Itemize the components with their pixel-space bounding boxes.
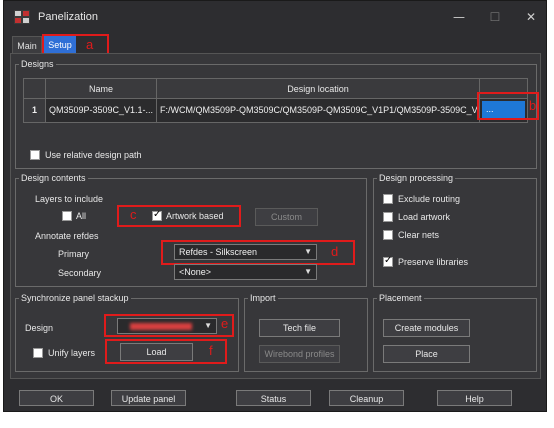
secondary-label: Secondary [58, 268, 102, 278]
layers-to-include-label: Layers to include [35, 194, 104, 204]
annotation-label-a: a [86, 37, 94, 52]
chevron-down-icon: ▼ [204, 321, 212, 330]
status-button[interactable]: Status [236, 390, 311, 406]
sync-stackup-label: Synchronize panel stackup [19, 293, 131, 303]
title-bar[interactable]: Panelization — ☐ ✕ [4, 1, 546, 33]
load-artwork-checkbox[interactable] [383, 212, 393, 222]
place-button[interactable]: Place [383, 345, 470, 363]
panelization-window: Panelization — ☐ ✕ Main Setup a Designs … [3, 0, 547, 412]
placement-label: Placement [377, 293, 424, 303]
custom-button[interactable]: Custom [255, 208, 318, 226]
clear-nets-label: Clear nets [398, 230, 440, 240]
help-button[interactable]: Help [437, 390, 512, 406]
load-button[interactable]: Load [120, 343, 193, 361]
design-contents-label: Design contents [19, 173, 88, 183]
setup-panel: Designs Name Design location 1 QM3509P-3… [10, 53, 541, 379]
annotation-label-f: f [209, 343, 213, 358]
annotation-label-c: c [130, 207, 137, 222]
unify-layers-label: Unify layers [48, 348, 96, 358]
stackup-design-select[interactable]: ▼ [117, 318, 217, 334]
update-panel-button[interactable]: Update panel [111, 390, 186, 406]
exclude-routing-label: Exclude routing [398, 194, 461, 204]
tab-main[interactable]: Main [12, 36, 42, 54]
chevron-down-icon: ▼ [304, 247, 312, 256]
row-index: 1 [24, 99, 46, 122]
redacted-value [130, 323, 192, 330]
create-modules-button[interactable]: Create modules [383, 319, 470, 337]
row-design-location[interactable]: F:/WCM/QM3509P-QM3509C/QM3509P-QM3509C_V… [157, 99, 480, 122]
table-row[interactable]: 1 QM3509P-3509C_V1.1-... F:/WCM/QM3509P-… [24, 99, 527, 122]
primary-refdes-select[interactable]: Refdes - Silkscreen ▼ [174, 244, 317, 260]
artwork-based-label: Artwork based [166, 211, 224, 221]
column-header-name[interactable]: Name [46, 79, 157, 99]
close-icon[interactable]: ✕ [522, 9, 540, 25]
use-relative-path-label: Use relative design path [45, 150, 142, 160]
window-title: Panelization [38, 11, 98, 23]
ok-button[interactable]: OK [19, 390, 94, 406]
tech-file-button[interactable]: Tech file [259, 319, 340, 337]
preserve-libraries-checkbox[interactable] [383, 255, 393, 267]
wirebond-profiles-button[interactable]: Wirebond profiles [259, 345, 340, 363]
column-header-location[interactable]: Design location [157, 79, 480, 99]
minimize-icon[interactable]: — [450, 9, 468, 25]
cleanup-button[interactable]: Cleanup [329, 390, 404, 406]
clear-nets-checkbox[interactable] [383, 230, 393, 240]
use-relative-path-checkbox[interactable] [30, 150, 40, 160]
secondary-refdes-value: <None> [179, 267, 212, 277]
exclude-routing-checkbox[interactable] [383, 194, 393, 204]
primary-label: Primary [58, 249, 89, 259]
load-artwork-label: Load artwork [398, 212, 451, 222]
import-label: Import [248, 293, 278, 303]
primary-refdes-value: Refdes - Silkscreen [179, 247, 258, 257]
annotate-refdes-label: Annotate refdes [35, 231, 99, 241]
designs-group-label: Designs [19, 59, 56, 69]
all-layers-checkbox[interactable] [62, 211, 72, 221]
app-icon [14, 10, 30, 24]
preserve-libraries-label: Preserve libraries [398, 257, 469, 267]
maximize-icon[interactable]: ☐ [486, 9, 504, 25]
unify-layers-checkbox[interactable] [33, 348, 43, 358]
stackup-design-label: Design [25, 323, 54, 333]
table-corner [24, 79, 46, 99]
design-processing-label: Design processing [377, 173, 456, 183]
row-design-name[interactable]: QM3509P-3509C_V1.1-... [46, 99, 157, 122]
annotation-label-d: d [331, 244, 339, 259]
artwork-based-checkbox[interactable] [152, 209, 162, 221]
annotation-label-e: e [221, 316, 229, 331]
annotation-label-b: b [529, 98, 537, 113]
chevron-down-icon: ▼ [304, 267, 312, 276]
all-layers-label: All [76, 211, 87, 221]
designs-table: Name Design location 1 QM3509P-3509C_V1.… [23, 78, 528, 123]
secondary-refdes-select[interactable]: <None> ▼ [174, 264, 317, 280]
